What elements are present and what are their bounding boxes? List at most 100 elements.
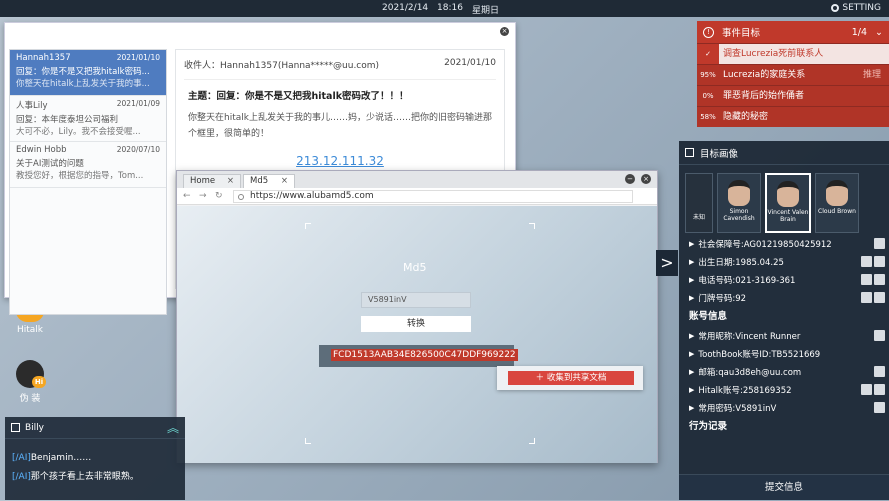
mail-date: 2021/01/09 [116, 99, 160, 108]
settings-button[interactable]: SETTING [831, 3, 881, 13]
info-line[interactable]: ▶ 社会保障号:AG01219850425912 [679, 235, 889, 253]
chat-text: Benjamin…… [30, 453, 92, 463]
md5-result-box: FCD1513AAB34E826500C47DDF969222 [319, 345, 518, 367]
mail-sender: Hannah1357 [16, 53, 71, 63]
document-icon[interactable] [861, 292, 872, 303]
grid-icon [685, 148, 694, 157]
info-line[interactable]: ▶ 邮箱:qau3d8eh@uu.com [679, 363, 889, 381]
info-line[interactable]: ▶ 常用密码:V5891inV [679, 399, 889, 417]
portrait-card[interactable]: Cloud Brown [815, 173, 859, 233]
mail-preview: 你整天在hitalk上乱发关于我的事... [16, 79, 150, 89]
deduce-hint[interactable]: 推理 [863, 65, 881, 85]
disguise-badge: Hi [32, 376, 46, 388]
collapse-chevron-icon[interactable]: ⌄ [875, 27, 883, 38]
chat-message: [/AI]那个孩子看上去非常眼熟。 [5, 465, 185, 484]
tab-close-icon[interactable]: × [227, 176, 234, 187]
edit-icon[interactable] [874, 330, 885, 341]
portrait-name: Simon Cavendish [723, 208, 755, 222]
mail-list-item[interactable]: Hannah1357 2021/01/10 回复：你是不是又把我hitalk密码.… [10, 50, 166, 96]
mail-subject: 关于AI测试的问题 [16, 159, 84, 169]
profile-toggle-button[interactable]: > [656, 250, 678, 276]
objective-text: 隐藏的秘密 [719, 107, 889, 127]
triangle-icon: ▶ [689, 294, 695, 302]
objective-item[interactable]: 58% 隐藏的秘密 [697, 106, 889, 127]
document-icon[interactable] [874, 366, 885, 377]
objective-progress: 58% [697, 107, 719, 127]
info-line[interactable]: ▶ Hitalk账号:258169352 [679, 381, 889, 399]
info-line[interactable]: ▶ 出生日期:1985.04.25 [679, 253, 889, 271]
edit-icon[interactable] [874, 292, 885, 303]
objective-text: Lucrezia的家庭关系 [723, 70, 806, 80]
portrait-card[interactable]: Vincent Valen Brain [765, 173, 811, 233]
url-text: https://www.alubamd5.com [250, 191, 374, 201]
chat-panel: Billy ︽ [/AI]Benjamin…… [/AI]那个孩子看上去非常眼熟… [5, 417, 185, 500]
objective-item[interactable]: 0% 罪恶背后的始作俑者 [697, 85, 889, 106]
md5-title: Md5 [403, 261, 427, 274]
edit-icon[interactable] [874, 238, 885, 249]
save-to-shared-doc-button[interactable]: ＋ 收集到共享文档 [508, 371, 634, 385]
objective-item[interactable]: ✓ 调查Lucrezia死前联系人 [697, 43, 889, 64]
mail-close-button[interactable]: × [500, 27, 509, 36]
document-icon[interactable] [861, 384, 872, 395]
info-text: ToothBook账号ID:TB5521669 [698, 350, 821, 360]
target-profile-panel: 目标画像 未知 Simon Cavendish Vincent Valen Br… [679, 141, 889, 500]
portrait-name: Vincent Valen Brain [767, 209, 809, 223]
info-line[interactable]: ▶ 常用昵称:Vincent Runner [679, 327, 889, 345]
mail-body-text: 你整天在hitalk上乱发关于我的事儿……妈，少说话……把你的旧密码输进那个框里… [188, 113, 492, 139]
time-label: 18:16 [437, 3, 463, 13]
disguise-desktop-icon[interactable]: Hi 伪 装 [12, 360, 48, 404]
mail-list-item[interactable]: 人事Lily 2021/01/09 回复：本年度泰坦公司福利 大可不必，Lily。… [10, 96, 166, 142]
triangle-icon: ▶ [689, 276, 695, 284]
edit-icon[interactable] [874, 274, 885, 285]
back-arrow-icon[interactable]: ← [183, 191, 191, 201]
mail-sender: 人事Lily [16, 101, 48, 111]
mail-list-item[interactable]: Edwin Hobb 2020/07/10 关于AI测试的问题 教授您好，根据您的… [10, 142, 166, 188]
triangle-icon: ▶ [689, 404, 695, 412]
url-input[interactable]: https://www.alubamd5.com [233, 190, 633, 203]
date-label: 2021/2/14 [382, 3, 429, 13]
edit-icon[interactable] [874, 384, 885, 395]
edit-icon[interactable] [874, 256, 885, 267]
check-icon: ✓ [697, 44, 719, 64]
triangle-icon: ▶ [689, 350, 695, 358]
section-behavior-heading: 行为记录 [689, 421, 728, 432]
md5-input[interactable]: V5891inV [361, 292, 471, 308]
document-icon[interactable] [861, 256, 872, 267]
hitalk-label: Hitalk [16, 325, 44, 335]
md5-hash-text[interactable]: FCD1513AAB34E826500C47DDF969222 [331, 349, 518, 361]
minimize-button[interactable]: − [625, 174, 635, 184]
tab-close-icon[interactable]: × [281, 176, 288, 187]
gear-icon [831, 4, 840, 12]
section-accounts-heading: 账号信息 [689, 311, 728, 322]
tab-md5[interactable]: Md5 × [243, 174, 295, 188]
portrait-card[interactable]: 未知 [685, 173, 713, 233]
tab-home[interactable]: Home × [183, 174, 241, 188]
info-text: 邮箱:qau3d8eh@uu.com [698, 368, 802, 378]
info-line[interactable]: ▶ 电话号码:021-3169-361 [679, 271, 889, 289]
settings-label: SETTING [842, 3, 881, 13]
portrait-card[interactable]: Simon Cavendish [717, 173, 761, 233]
triangle-icon: ▶ [689, 258, 695, 266]
disguise-icon: Hi [16, 360, 46, 388]
forward-arrow-icon[interactable]: → [199, 191, 207, 201]
submit-info-button[interactable]: 提交信息 [679, 474, 889, 500]
triangle-icon: ▶ [689, 368, 695, 376]
objective-item[interactable]: 95% Lucrezia的家庭关系 推理 [697, 64, 889, 85]
chat-tag: [/AI] [12, 472, 31, 482]
frame-corner [305, 438, 311, 444]
mail-date: 2020/07/10 [116, 145, 160, 154]
collapse-chevron-icon[interactable]: ︽ [167, 419, 179, 436]
convert-button[interactable]: 转换 [361, 316, 471, 332]
mail-ip-link[interactable]: 213.12.111.32 [184, 154, 496, 168]
info-line[interactable]: ▶ 门牌号码:92 [679, 289, 889, 307]
document-icon[interactable] [861, 274, 872, 285]
globe-icon [238, 194, 244, 200]
info-line[interactable]: ▶ ToothBook账号ID:TB5521669 [679, 345, 889, 363]
reload-icon[interactable]: ↻ [215, 191, 223, 201]
profile-title: 目标画像 [700, 148, 739, 160]
edit-icon[interactable] [874, 402, 885, 413]
profile-info-list: ▶ 社会保障号:AG01219850425912 ▶ 出生日期:1985.04.25… [679, 235, 889, 455]
info-text: 出生日期:1985.04.25 [698, 258, 784, 268]
browser-close-button[interactable]: × [641, 174, 651, 184]
mail-date: 2021/01/10 [116, 53, 160, 62]
